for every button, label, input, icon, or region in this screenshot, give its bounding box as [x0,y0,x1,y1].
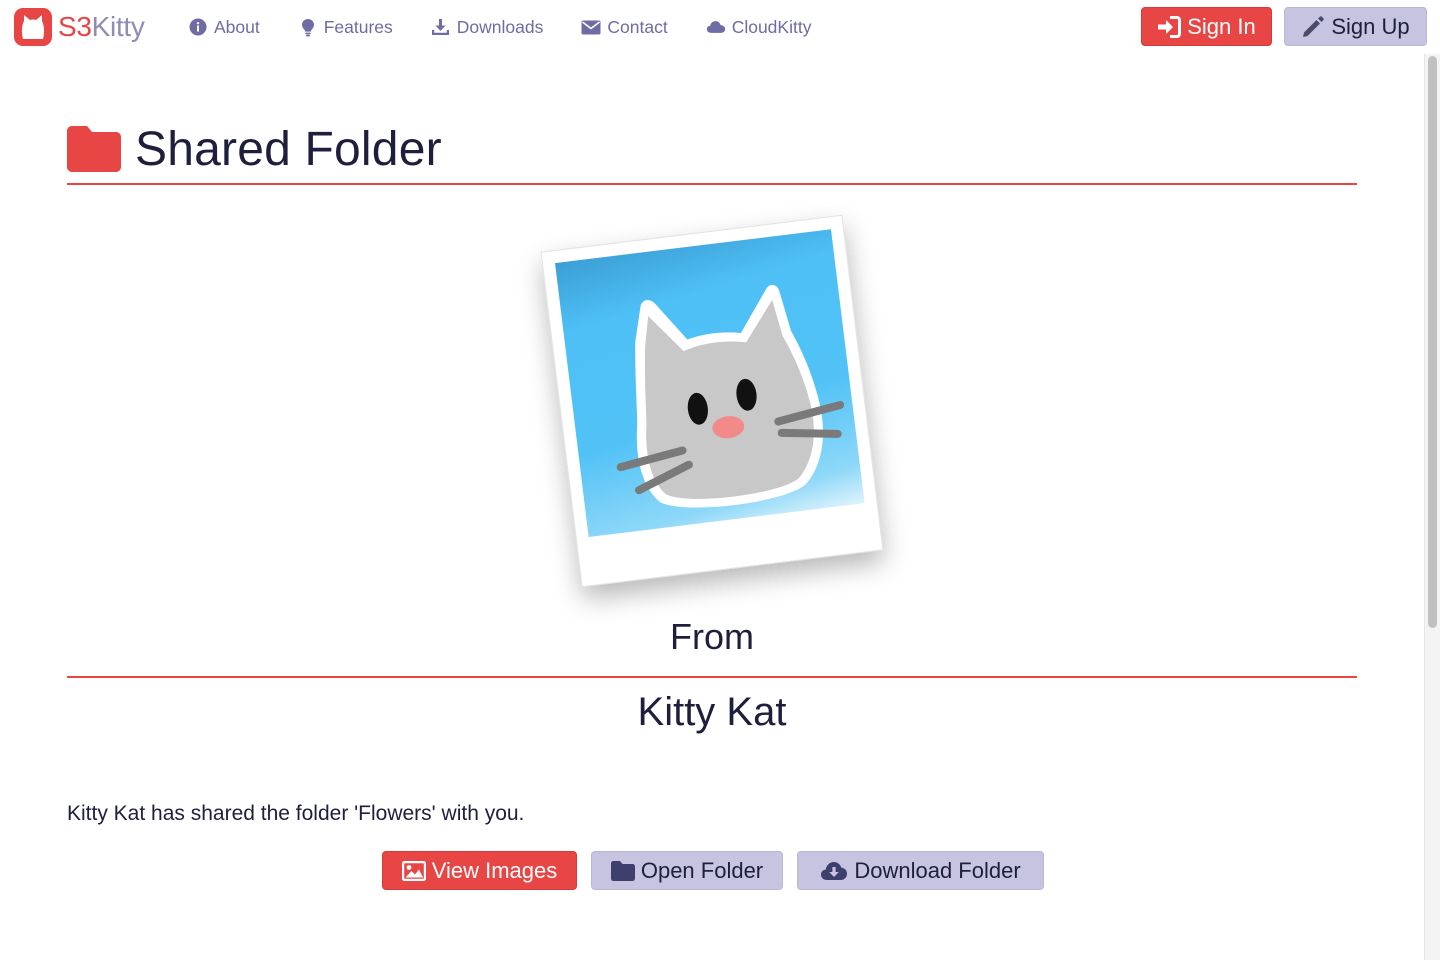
nav-downloads-label: Downloads [456,16,544,37]
nav-about-label: About [214,16,260,37]
folder-actions: View Images Open Folder Download Folder [382,851,1058,890]
from-label: From [670,616,754,657]
share-message: Kitty Kat has shared the folder 'Flowers… [67,802,525,825]
cat-cover-image [555,229,865,538]
vertical-scrollbar[interactable] [1424,54,1440,960]
nav-about[interactable]: About [188,14,260,40]
download-icon [431,17,451,37]
top-navbar: S3Kitty About Features Downloads Contact [0,0,1440,54]
nav-features[interactable]: Features [298,14,393,40]
cat-logo-icon [14,8,52,46]
page-header: Shared Folder [67,118,442,180]
info-circle-icon [188,17,208,37]
nav-downloads[interactable]: Downloads [431,14,544,40]
folder-cover-photo [540,214,884,588]
open-folder-button[interactable]: Open Folder [591,851,783,890]
nav-features-label: Features [323,16,393,37]
view-images-button[interactable]: View Images [382,851,577,890]
sign-in-icon [1157,15,1182,38]
download-folder-button[interactable]: Download Folder [797,851,1044,890]
image-icon [401,860,426,881]
sign-up-button[interactable]: Sign Up [1284,7,1427,46]
nav-contact[interactable]: Contact [581,14,668,40]
sign-in-label: Sign In [1187,13,1256,39]
nav-contact-label: Contact [607,16,668,37]
sender-divider [67,676,1357,678]
sign-in-button[interactable]: Sign In [1141,7,1272,46]
envelope-icon [581,17,601,37]
brand-logo-link[interactable]: S3Kitty [14,8,145,46]
open-folder-label: Open Folder [640,857,764,883]
sender-name: Kitty Kat [637,690,787,734]
lightbulb-icon [298,17,318,37]
page-title: Shared Folder [135,122,442,176]
folder-icon [610,860,635,881]
download-folder-label: Download Folder [854,857,1021,883]
view-images-label: View Images [431,857,558,883]
polaroid-frame [540,214,884,588]
cloud-download-icon [820,861,848,881]
cloud-icon [706,17,726,37]
main-nav: About Features Downloads Contact CloudKi… [188,14,849,40]
scrollbar-thumb[interactable] [1428,56,1437,628]
sign-up-label: Sign Up [1331,13,1410,39]
title-divider [67,183,1357,185]
pencil-icon [1301,15,1325,39]
nav-cloudkitty-label: CloudKitty [731,16,812,37]
brand-name: S3Kitty [58,11,145,42]
cat-face-illustration [616,284,845,508]
folder-icon [67,126,121,172]
nav-cloudkitty[interactable]: CloudKitty [706,14,812,40]
